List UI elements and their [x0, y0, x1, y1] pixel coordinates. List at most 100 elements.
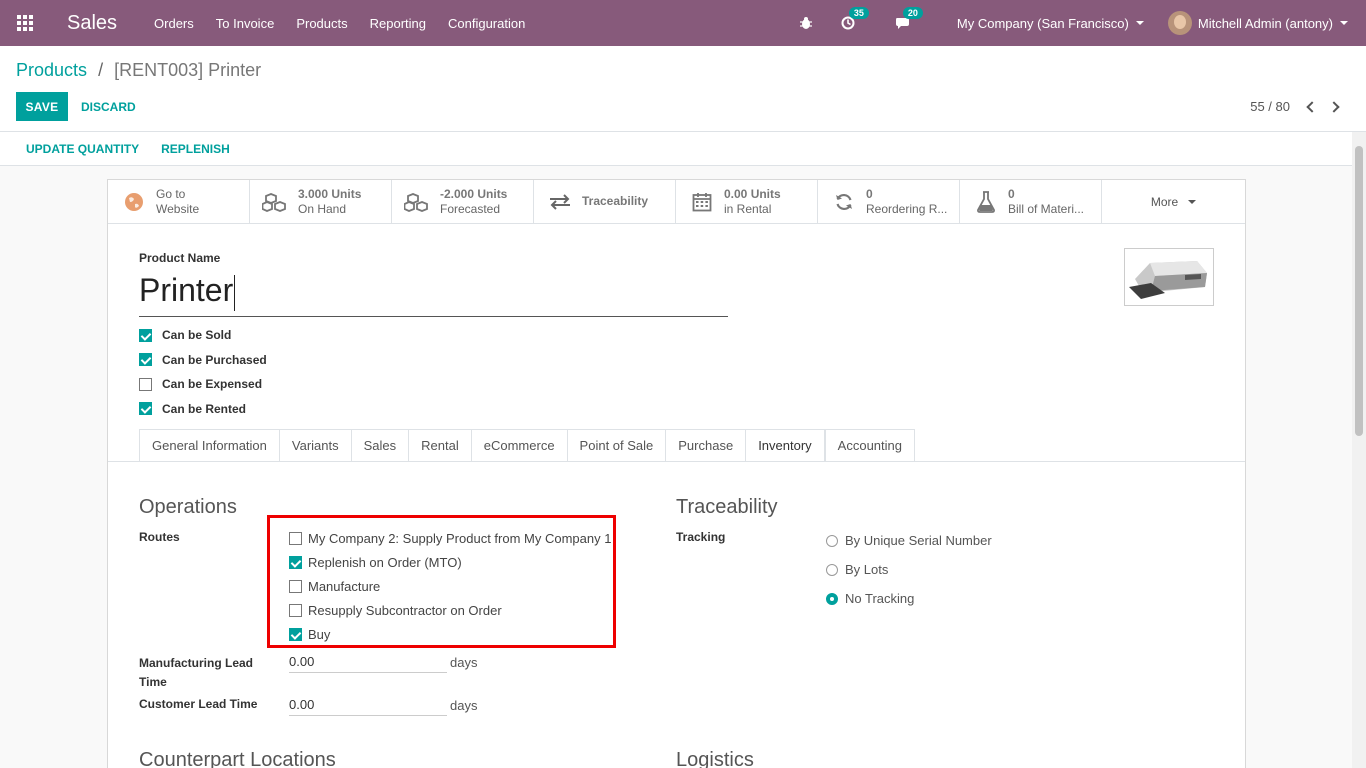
route-row: Resupply Subcontractor on Order: [289, 598, 611, 622]
menu-configuration[interactable]: Configuration: [437, 16, 536, 31]
tracking-label: Tracking: [676, 530, 726, 544]
can-be-purchased-row: Can be Purchased: [139, 348, 267, 373]
pager-next-icon[interactable]: [1328, 100, 1340, 113]
manufacturing-lead-time-unit: days: [450, 655, 478, 670]
tab-rental[interactable]: Rental: [408, 429, 471, 462]
can-be-sold-row: Can be Sold: [139, 323, 267, 348]
page-scrollbar[interactable]: [1352, 132, 1366, 768]
route-label: My Company 2: Supply Product from My Com…: [308, 530, 612, 546]
menu-reporting[interactable]: Reporting: [359, 16, 437, 31]
refresh-icon: [830, 191, 858, 213]
menu-orders[interactable]: Orders: [143, 16, 205, 31]
route-row: My Company 2: Supply Product from My Com…: [289, 526, 611, 550]
company-name: My Company (San Francisco): [956, 15, 1129, 31]
top-navbar: Sales Orders To Invoice Products Reporti…: [0, 0, 1366, 46]
route-manufacture-checkbox[interactable]: [289, 579, 302, 593]
website-line2: Website: [156, 201, 200, 216]
activity-clock-icon[interactable]: 35: [841, 7, 869, 30]
update-quantity-button[interactable]: UPDATE QUANTITY: [15, 142, 150, 156]
route-supply-company-checkbox[interactable]: [289, 531, 302, 545]
can-be-sold-checkbox[interactable]: [139, 328, 152, 342]
tab-ecommerce[interactable]: eCommerce: [470, 429, 567, 462]
bom-value: 0: [1008, 186, 1015, 201]
traceability-button[interactable]: Traceability: [534, 180, 676, 223]
apps-menu-icon[interactable]: [0, 0, 50, 46]
bom-label: Bill of Materi...: [1008, 201, 1085, 216]
save-button[interactable]: SAVE: [16, 92, 68, 121]
customer-lead-time-input[interactable]: 0.00: [289, 696, 447, 716]
tracking-option-row: By Unique Serial Number: [826, 526, 992, 555]
on-hand-label: On Hand: [298, 201, 347, 216]
notebook-tabs: General Information Variants Sales Renta…: [139, 429, 915, 462]
tab-general-information[interactable]: General Information: [139, 429, 279, 462]
traceability-title: Traceability: [676, 496, 778, 518]
app-name[interactable]: Sales: [67, 12, 117, 35]
product-name-input[interactable]: Printer: [139, 269, 728, 317]
customer-lead-time-label: Customer Lead Time: [139, 697, 258, 711]
company-switcher[interactable]: My Company (San Francisco): [957, 16, 1144, 31]
manufacturing-lead-time-input[interactable]: 0.00: [289, 653, 447, 673]
tab-point-of-sale[interactable]: Point of Sale: [566, 429, 666, 462]
route-label: Buy: [308, 626, 331, 642]
debug-bug-icon[interactable]: [799, 16, 813, 30]
tracking-serial-radio[interactable]: [826, 534, 838, 547]
tracking-options: By Unique Serial Number By Lots No Track…: [826, 526, 992, 613]
replenish-button[interactable]: REPLENISH: [150, 142, 241, 156]
go-to-website-button[interactable]: Go to Website: [108, 180, 250, 223]
can-be-purchased-label: Can be Purchased: [162, 352, 267, 367]
route-row: Manufacture: [289, 574, 611, 598]
tab-sales[interactable]: Sales: [350, 429, 409, 462]
user-menu[interactable]: Mitchell Admin (antony): [1167, 11, 1348, 35]
more-dropdown-button[interactable]: More: [1102, 180, 1245, 223]
tab-inventory[interactable]: Inventory: [745, 429, 825, 462]
chevron-down-icon: [1340, 21, 1348, 25]
route-resupply-subcontractor-checkbox[interactable]: [289, 603, 302, 617]
on-hand-button[interactable]: 3.000 Units On Hand: [250, 180, 392, 223]
breadcrumb-current: [RENT003] Printer: [114, 60, 262, 80]
tab-variants[interactable]: Variants: [278, 429, 351, 462]
user-name: Mitchell Admin (antony): [1197, 15, 1333, 31]
route-buy-checkbox[interactable]: [289, 627, 302, 641]
tracking-none-radio[interactable]: [826, 592, 838, 605]
manufacturing-lead-time-label: Manufacturing Lead Time: [139, 656, 254, 689]
pager-value[interactable]: 55 / 80: [1250, 99, 1290, 114]
more-label: More: [1150, 194, 1179, 209]
avatar: [1167, 11, 1192, 35]
globe-icon: [120, 191, 148, 213]
breadcrumb: Products / [RENT003] Printer: [16, 60, 261, 81]
discard-button[interactable]: DISCARD: [81, 92, 136, 121]
product-flags: Can be Sold Can be Purchased Can be Expe…: [139, 323, 267, 421]
tab-accounting[interactable]: Accounting: [824, 429, 915, 462]
reordering-value: 0: [866, 186, 873, 201]
messages-chat-icon[interactable]: 20: [895, 7, 923, 30]
bill-of-materials-button[interactable]: 0 Bill of Materi...: [960, 180, 1102, 223]
calendar-icon: [688, 191, 716, 213]
can-be-rented-row: Can be Rented: [139, 397, 267, 422]
control-panel: Products / [RENT003] Printer SAVE DISCAR…: [0, 46, 1366, 132]
product-name-label: Product Name: [139, 251, 221, 265]
product-image[interactable]: [1124, 248, 1214, 306]
reordering-rules-button[interactable]: 0 Reordering R...: [818, 180, 960, 223]
logistics-title: Logistics: [676, 749, 754, 768]
customer-lead-time-unit: days: [450, 698, 478, 713]
caret-down-icon: [1188, 199, 1197, 204]
forecasted-button[interactable]: -2.000 Units Forecasted: [392, 180, 534, 223]
can-be-rented-checkbox[interactable]: [139, 402, 152, 416]
cubes-icon: [404, 191, 432, 213]
tracking-lots-radio[interactable]: [826, 563, 838, 576]
menu-products[interactable]: Products: [285, 16, 358, 31]
tab-purchase[interactable]: Purchase: [665, 429, 746, 462]
breadcrumb-products-link[interactable]: Products: [16, 60, 87, 80]
form-sheet: Go to Website 3.000 Units On Hand -2.000 U…: [107, 179, 1246, 768]
in-rental-button[interactable]: 0.00 Units in Rental: [676, 180, 818, 223]
route-mto-checkbox[interactable]: [289, 555, 302, 569]
tracking-option-label: No Tracking: [845, 591, 915, 606]
cubes-icon: [262, 191, 290, 213]
can-be-expensed-label: Can be Expensed: [162, 377, 263, 392]
route-row: Buy: [289, 622, 611, 646]
menu-to-invoice[interactable]: To Invoice: [205, 16, 286, 31]
can-be-expensed-checkbox[interactable]: [139, 377, 152, 391]
pager-previous-icon[interactable]: [1306, 100, 1318, 113]
scrollbar-thumb[interactable]: [1355, 146, 1363, 436]
can-be-purchased-checkbox[interactable]: [139, 353, 152, 367]
